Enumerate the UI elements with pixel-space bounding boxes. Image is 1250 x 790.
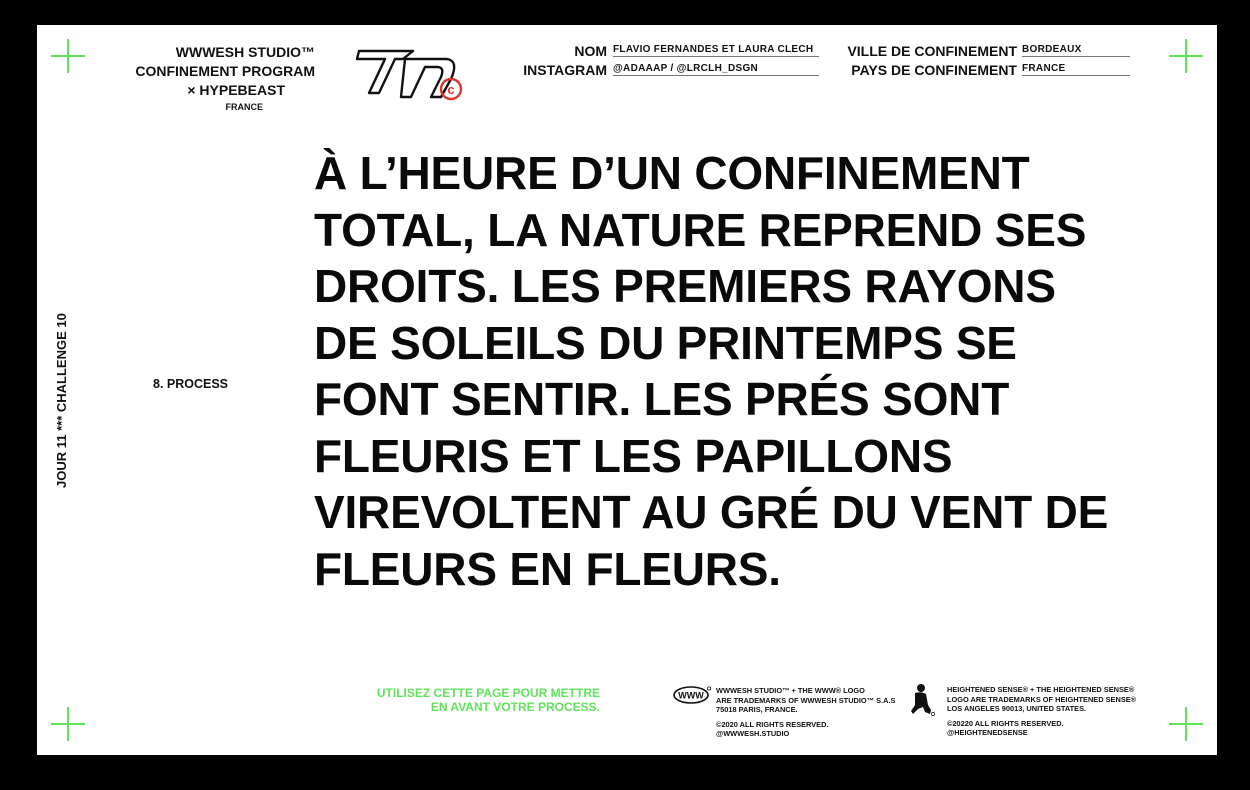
statement-line: À L’HEURE D’UN CONFINEMENT — [314, 147, 1030, 199]
legal-line: ©20220 ALL RIGHTS RESERVED. — [947, 718, 1064, 728]
instagram-field: @ADAAAP / @LRCLH_DSGN — [613, 63, 819, 76]
heightened-sense-legal: HEIGHTENED SENSE® + THE HEIGHTENED SENSE… — [947, 685, 1157, 738]
studio-name: WWWESH STUDIO™ — [175, 44, 315, 60]
www-legal: WWWESH STUDIO™ + THE WWW® LOGO ARE TRADE… — [716, 686, 916, 739]
section-label: 8. PROCESS — [153, 377, 229, 391]
pays-field: FRANCE — [1022, 63, 1130, 76]
www-logo-icon: WWW — [673, 686, 712, 704]
legal-line: LOGO ARE TRADEMARKS OF HEIGHTENED SENSE® — [947, 694, 1137, 704]
ville-label: VILLE DE CONFINEMENT — [847, 43, 1017, 59]
legal-line: 75018 PARIS, FRANCE. — [716, 705, 798, 714]
legal-line: ©2020 ALL RIGHTS RESERVED. — [716, 719, 829, 729]
statement-line: VIREVOLTENT AU GRÉ DU VENT DE — [314, 486, 1109, 538]
collab-name: × HYPEBEAST — [187, 82, 285, 98]
legal-line: @WWWESH.STUDIO — [716, 729, 790, 738]
legal-line: @HEIGHTENEDSENSE — [947, 728, 1028, 737]
legal-line: ARE TRADEMARKS OF WWWESH STUDIO™ S.A.S — [716, 695, 896, 705]
legal-line: WWWESH STUDIO™ + THE WWW® LOGO — [716, 686, 865, 695]
crop-mark-bottom-right — [1169, 707, 1203, 741]
instagram-label: INSTAGRAM — [523, 62, 607, 78]
statement-line: FLEURIS ET LES PAPILLONS — [314, 429, 953, 482]
process-note: UTILISEZ CETTE PAGE POUR METTRE EN AVANT… — [320, 686, 600, 714]
statement-line: DROITS. LES PREMIERS RAYONS — [314, 260, 1056, 312]
statement-line: TOTAL, LA NATURE REPREND SES — [314, 203, 1087, 256]
process-note-line: EN AVANT VOTRE PROCESS. — [430, 700, 600, 714]
svg-text:c: c — [447, 82, 454, 97]
statement-line: FONT SENTIR. LES PRÉS SONT — [314, 373, 1010, 425]
studio-country: FRANCE — [225, 102, 264, 112]
crop-mark-top-left — [51, 39, 85, 73]
main-statement: À L’HEURE D’UN CONFINEMENT TOTAL, LA NAT… — [314, 145, 1194, 597]
crop-mark-bottom-left — [51, 707, 85, 741]
nom-label: NOM — [574, 43, 607, 59]
statement-line: DE SOLEILS DU PRINTEMPS SE — [314, 316, 1017, 369]
program-name: CONFINEMENT PROGRAM — [135, 63, 315, 79]
process-note-line: UTILISEZ CETTE PAGE POUR METTRE — [376, 686, 600, 700]
wwwesh-monogram-logo: c — [355, 45, 471, 103]
studio-credit: WWWESH STUDIO™ CONFINEMENT PROGRAM × HYP… — [107, 43, 315, 114]
legal-line: HEIGHTENED SENSE® + THE HEIGHTENED SENSE… — [947, 685, 1135, 694]
poster-page: WWWESH STUDIO™ CONFINEMENT PROGRAM × HYP… — [37, 25, 1217, 755]
www-logo-text: WWW — [678, 691, 704, 701]
statement-line: FLEURS EN FLEURS. — [314, 542, 781, 595]
pays-label: PAYS DE CONFINEMENT — [851, 62, 1017, 78]
crop-mark-top-right — [1169, 39, 1203, 73]
heightened-sense-figure-icon — [909, 683, 935, 717]
ville-field: BORDEAUX — [1022, 44, 1130, 57]
legal-line: LOS ANGELES 90013, UNITED STATES. — [947, 704, 1087, 713]
nom-field: FLAVIO FERNANDES ET LAURA CLECH — [613, 44, 819, 57]
day-challenge-label: JOUR 11 *** CHALLENGE 10 — [54, 313, 69, 488]
